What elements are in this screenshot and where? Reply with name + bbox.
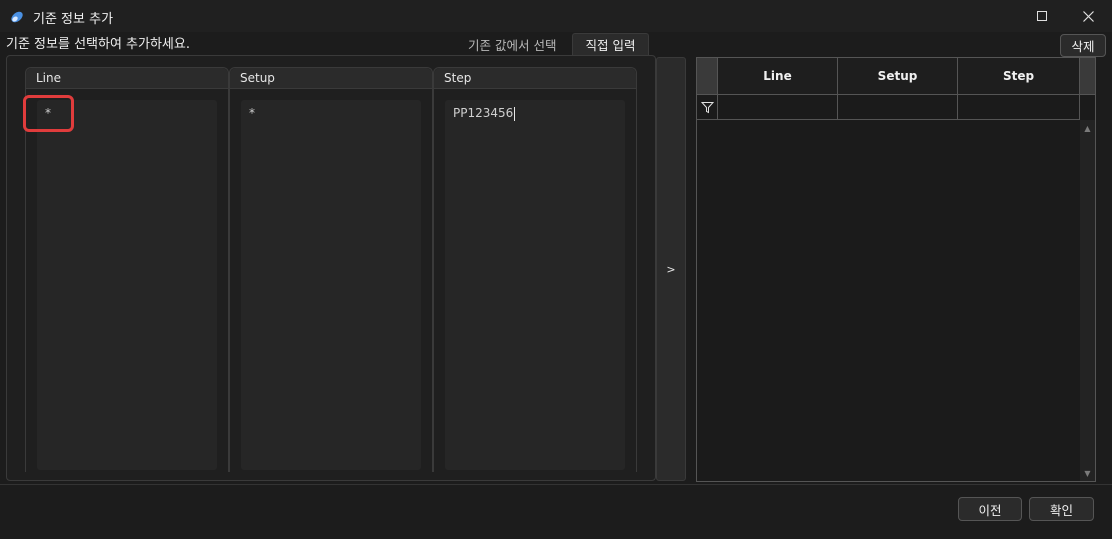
- line-input-list[interactable]: *: [37, 100, 217, 470]
- step-input-field[interactable]: PP123456: [445, 100, 625, 127]
- grid-header-line[interactable]: Line: [718, 58, 838, 95]
- delete-button[interactable]: 삭제: [1060, 34, 1106, 57]
- filter-cell-step[interactable]: [958, 95, 1080, 120]
- app-logo-icon: [11, 11, 23, 23]
- step-input-list[interactable]: PP123456: [445, 100, 625, 470]
- selected-items-grid: Line Setup Step ▲ ▼: [696, 57, 1096, 482]
- setup-column-header: Setup: [230, 68, 432, 89]
- add-to-grid-button[interactable]: >: [656, 57, 686, 481]
- grid-header-step[interactable]: Step: [958, 58, 1080, 95]
- grid-corner[interactable]: [697, 58, 718, 95]
- tab-direct-input[interactable]: 직접 입력: [572, 33, 649, 55]
- setup-input-list[interactable]: *: [241, 100, 421, 470]
- filter-row-icon-cell[interactable]: [697, 95, 718, 120]
- instruction-text: 기준 정보를 선택하여 추가하세요.: [6, 37, 190, 52]
- grid-header-scroll-area: [1080, 58, 1095, 95]
- tab-select-existing[interactable]: 기존 값에서 선택: [458, 33, 566, 55]
- step-input-value: PP123456: [453, 106, 514, 120]
- grid-vertical-scrollbar[interactable]: ▲ ▼: [1080, 120, 1095, 481]
- maximize-icon: [1037, 11, 1047, 21]
- filter-icon: [700, 101, 714, 113]
- text-caret: [514, 106, 516, 121]
- maximize-button[interactable]: [1019, 0, 1065, 32]
- highlight-box: [23, 95, 74, 132]
- title-bar: [0, 0, 1112, 32]
- close-icon: [1082, 10, 1094, 22]
- footer-divider: [0, 484, 1112, 485]
- scroll-up-icon[interactable]: ▲: [1080, 122, 1095, 134]
- filter-cell-line[interactable]: [718, 95, 838, 120]
- grid-header-setup[interactable]: Setup: [838, 58, 958, 95]
- filter-cell-setup[interactable]: [838, 95, 958, 120]
- previous-button[interactable]: 이전: [958, 497, 1022, 521]
- setup-input-value[interactable]: *: [241, 100, 421, 126]
- line-column-header: Line: [26, 68, 228, 89]
- confirm-button[interactable]: 확인: [1029, 497, 1094, 521]
- window-title: 기준 정보 추가: [33, 12, 114, 27]
- step-column-header: Step: [434, 68, 636, 89]
- scroll-down-icon[interactable]: ▼: [1080, 467, 1095, 479]
- close-button[interactable]: [1065, 0, 1111, 32]
